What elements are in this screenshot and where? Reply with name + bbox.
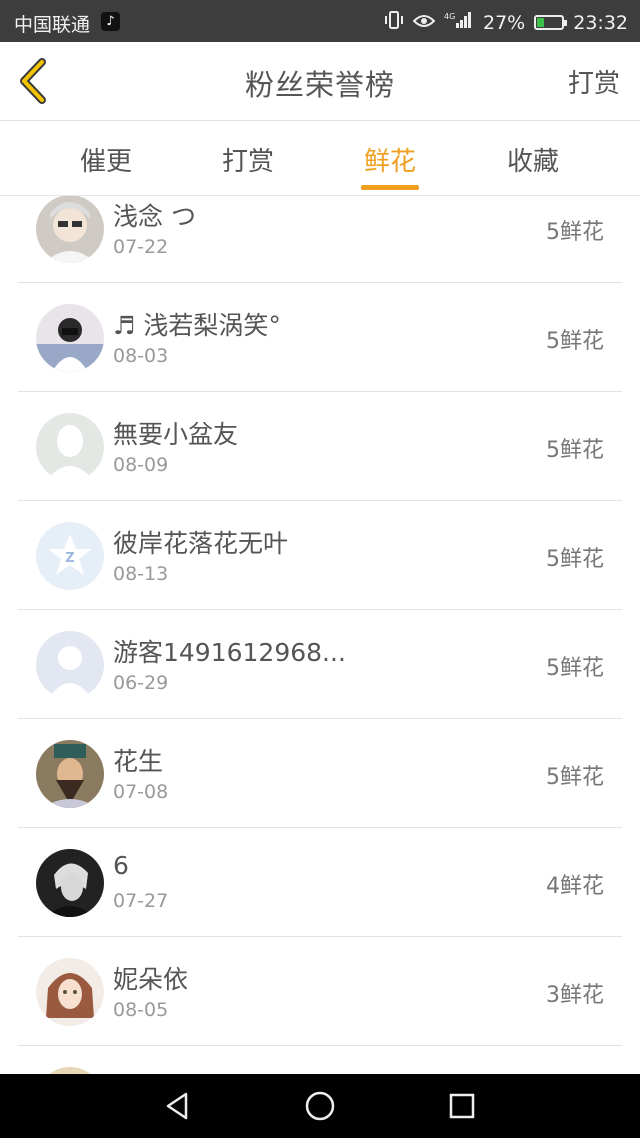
carrier-label: 中国联通 xyxy=(14,14,91,36)
avatar xyxy=(36,196,104,263)
list-item[interactable]: 游客1491612968... 06-29 5鲜花 xyxy=(18,610,622,719)
gift-date: 08-13 xyxy=(113,563,169,585)
square-recents-icon xyxy=(449,1093,475,1119)
user-name: ♬ 浅若梨涡笑° xyxy=(113,311,281,340)
user-name: 無要小盆友 xyxy=(113,420,239,449)
gift-date: 08-03 xyxy=(113,345,169,367)
user-name: 浅念 つ xyxy=(113,202,196,231)
flower-count: 5鲜花 xyxy=(546,220,604,245)
gift-date: 08-05 xyxy=(113,999,169,1021)
gift-date: 07-08 xyxy=(113,781,169,803)
active-tab-indicator xyxy=(361,185,419,190)
app-header: 粉丝荣誉榜 打赏 xyxy=(0,42,640,121)
status-bar: 中国联通 ♪ 4G 27% 23:32 xyxy=(0,0,640,42)
signal-4g-icon: 4G xyxy=(444,11,474,34)
avatar: Z xyxy=(36,522,104,590)
tiktok-notification-icon: ♪ xyxy=(101,12,120,31)
list-item[interactable]: 妮朵依 08-05 3鲜花 xyxy=(18,937,622,1046)
flower-count: 5鲜花 xyxy=(546,656,604,681)
flower-count: 5鲜花 xyxy=(546,765,604,790)
flower-count: 5鲜花 xyxy=(546,547,604,572)
tab-reward[interactable]: 打赏 xyxy=(198,141,298,178)
nav-recents-button[interactable] xyxy=(446,1090,478,1122)
user-name: 游客1491612968... xyxy=(113,638,346,667)
battery-percent: 27% xyxy=(483,11,526,34)
list-item[interactable]: 6 07-27 4鲜花 xyxy=(18,828,622,937)
list-item[interactable]: Z 彼岸花落花无叶 08-13 5鲜花 xyxy=(18,501,622,610)
tab-urge[interactable]: 催更 xyxy=(56,141,156,178)
flower-count: 3鲜花 xyxy=(546,983,604,1008)
list-item[interactable]: ♬ 浅若梨涡笑° 08-03 5鲜花 xyxy=(18,283,622,392)
fan-list[interactable]: 浅念 つ 07-22 5鲜花 ♬ 浅若梨涡笑° 08-03 5鲜花 無要小盆友 … xyxy=(0,196,640,1074)
tab-flowers[interactable]: 鲜花 xyxy=(340,141,440,178)
tab-bar: 催更 打赏 鲜花 收藏 xyxy=(0,121,640,196)
svg-text:4G: 4G xyxy=(444,12,455,21)
status-icons: 4G 27% 23:32 xyxy=(384,10,628,35)
gift-date: 06-29 xyxy=(113,672,169,694)
avatar xyxy=(36,849,104,917)
user-name: 彼岸花落花无叶 xyxy=(113,529,289,558)
vibrate-icon xyxy=(384,10,404,35)
avatar xyxy=(36,740,104,808)
svg-text:Z: Z xyxy=(65,551,74,566)
avatar xyxy=(36,304,104,372)
user-name: 花生 xyxy=(113,747,164,776)
clock: 23:32 xyxy=(573,11,628,34)
circle-home-icon xyxy=(305,1091,335,1121)
navigation-bar xyxy=(0,1074,640,1138)
gift-date: 07-22 xyxy=(113,236,169,258)
nav-home-button[interactable] xyxy=(304,1090,336,1122)
flower-count: 4鲜花 xyxy=(546,874,604,899)
list-item[interactable]: 七莫 xyxy=(18,1046,622,1074)
list-item[interactable]: 浅念 つ 07-22 5鲜花 xyxy=(18,196,622,283)
avatar xyxy=(36,958,104,1026)
triangle-back-icon xyxy=(166,1092,188,1120)
gift-date: 08-09 xyxy=(113,454,169,476)
gift-date: 07-27 xyxy=(113,890,169,912)
user-name: 妮朵依 xyxy=(113,965,189,994)
tab-favorites[interactable]: 收藏 xyxy=(483,141,583,178)
flower-count: 5鲜花 xyxy=(546,438,604,463)
avatar xyxy=(36,413,104,481)
eye-comfort-icon xyxy=(412,12,436,34)
user-name: 6 xyxy=(113,851,129,880)
nav-back-button[interactable] xyxy=(162,1090,194,1122)
flower-count: 5鲜花 xyxy=(546,329,604,354)
page-title: 粉丝荣誉榜 xyxy=(244,68,395,102)
list-item[interactable]: 花生 07-08 5鲜花 xyxy=(18,719,622,828)
list-item[interactable]: 無要小盆友 08-09 5鲜花 xyxy=(18,392,622,501)
avatar xyxy=(36,631,104,699)
battery-icon xyxy=(534,15,568,30)
reward-button[interactable]: 打赏 xyxy=(568,63,620,100)
avatar xyxy=(36,1067,104,1074)
